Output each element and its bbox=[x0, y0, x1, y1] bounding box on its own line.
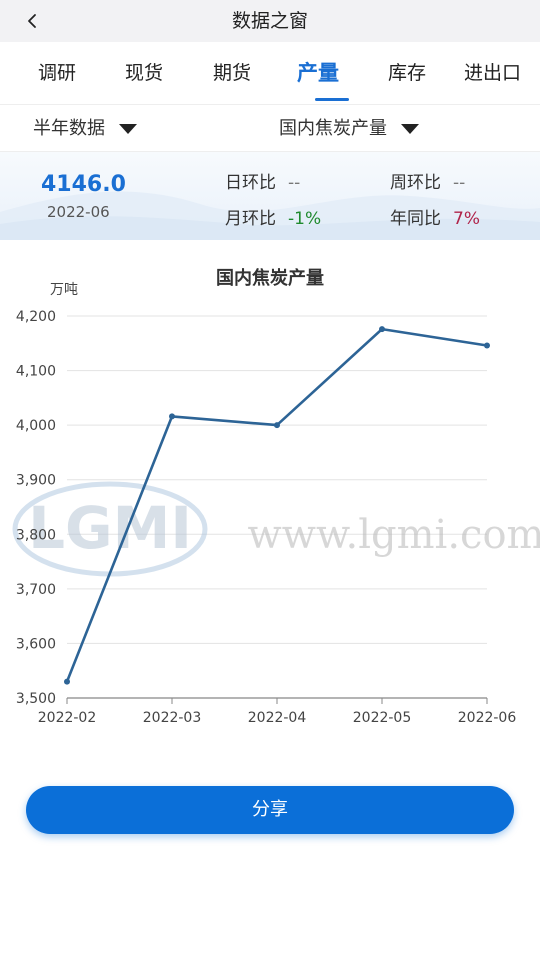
day-change: 日环比 -- bbox=[225, 168, 300, 193]
month-change-value: -1% bbox=[288, 209, 322, 229]
week-change-label: 周环比 bbox=[390, 173, 441, 193]
top-bar: 数据之窗 bbox=[0, 0, 540, 42]
y-tick-label: 3,900 bbox=[16, 473, 56, 489]
x-tick-label: 2022-04 bbox=[248, 710, 307, 726]
indicator-label: 国内焦炭产量 bbox=[279, 118, 387, 139]
data-point[interactable] bbox=[169, 413, 175, 420]
y-tick-label: 3,600 bbox=[16, 636, 56, 652]
chart-area: 国内焦炭产量 万吨 LGMI www.lgmi.com 3,500 3,600 3,… bbox=[0, 240, 540, 740]
tab-research[interactable]: 调研 bbox=[38, 42, 76, 104]
y-tick-label: 3,800 bbox=[16, 527, 56, 543]
day-change-value: -- bbox=[288, 173, 301, 193]
data-point[interactable] bbox=[64, 678, 70, 685]
year-change-label: 年同比 bbox=[390, 209, 441, 229]
week-change: 周环比 -- bbox=[390, 168, 465, 193]
year-change: 年同比 7% bbox=[390, 204, 480, 229]
tab-production[interactable]: 产量 bbox=[297, 42, 339, 104]
data-point[interactable] bbox=[379, 326, 385, 333]
week-change-value: -- bbox=[453, 173, 466, 193]
x-tick-label: 2022-02 bbox=[38, 710, 97, 726]
line-chart: 国内焦炭产量 万吨 LGMI www.lgmi.com 3,500 3,600 3,… bbox=[12, 267, 540, 726]
watermark: LGMI www.lgmi.com bbox=[12, 481, 540, 577]
tab-futures[interactable]: 期货 bbox=[213, 42, 251, 104]
summary-panel: 4146.0 2022-06 日环比 -- 周环比 -- 月环比 -1% 年同比 7% bbox=[0, 152, 540, 240]
month-change: 月环比 -1% bbox=[225, 204, 321, 229]
y-tick-label: 4,100 bbox=[16, 364, 56, 380]
y-tick-label: 4,000 bbox=[16, 418, 56, 434]
latest-value: 4146.0 bbox=[41, 172, 126, 197]
period-dropdown[interactable]: 半年数据 bbox=[33, 105, 137, 153]
data-point[interactable] bbox=[274, 422, 280, 429]
x-tick-label: 2022-06 bbox=[458, 710, 517, 726]
filter-bar: 半年数据 国内焦炭产量 bbox=[0, 104, 540, 152]
share-button[interactable]: 分享 bbox=[26, 786, 514, 834]
month-change-label: 月环比 bbox=[225, 209, 276, 229]
tab-inventory[interactable]: 库存 bbox=[388, 42, 426, 104]
page-title: 数据之窗 bbox=[231, 10, 308, 32]
latest-date: 2022-06 bbox=[47, 203, 110, 221]
caret-down-icon bbox=[119, 124, 137, 134]
y-tick-label: 3,500 bbox=[16, 691, 56, 707]
period-label: 半年数据 bbox=[33, 118, 105, 139]
y-tick-label: 4,200 bbox=[16, 309, 56, 325]
y-axis-unit: 万吨 bbox=[50, 282, 78, 298]
tab-spot[interactable]: 现货 bbox=[125, 42, 163, 104]
data-point[interactable] bbox=[484, 342, 490, 349]
day-change-label: 日环比 bbox=[225, 173, 276, 193]
year-change-value: 7% bbox=[453, 209, 480, 229]
x-tick-label: 2022-03 bbox=[143, 710, 202, 726]
y-tick-label: 3,700 bbox=[16, 582, 56, 598]
watermark-url: www.lgmi.com bbox=[248, 512, 540, 558]
chart-title: 国内焦炭产量 bbox=[216, 267, 324, 289]
tab-import-export[interactable]: 进出口 bbox=[464, 42, 521, 104]
active-tab-indicator bbox=[315, 98, 349, 101]
caret-down-icon bbox=[401, 124, 419, 134]
category-tabs: 调研 现货 期货 产量 库存 进出口 bbox=[0, 42, 540, 104]
x-tick-label: 2022-05 bbox=[353, 710, 412, 726]
indicator-dropdown[interactable]: 国内焦炭产量 bbox=[279, 105, 419, 153]
